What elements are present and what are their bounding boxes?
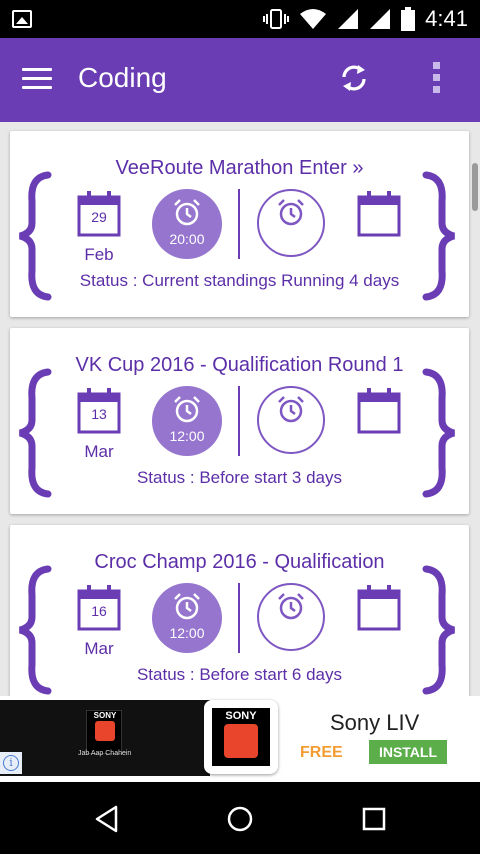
wifi-icon (300, 9, 327, 29)
back-icon[interactable] (92, 804, 122, 834)
alarm-clock-icon (174, 593, 200, 620)
end-time-badge (257, 189, 325, 257)
end-calendar-icon (357, 191, 401, 237)
recents-icon[interactable] (359, 804, 389, 834)
end-calendar-icon (357, 585, 401, 631)
contest-title[interactable]: VK Cup 2016 - Qualification Round 1 (10, 354, 469, 377)
ad-price: FREE (300, 744, 343, 761)
end-time-badge (257, 386, 325, 454)
signal-icon (338, 9, 359, 29)
start-time: 12:00 (169, 625, 205, 641)
divider (238, 386, 240, 456)
signal-icon (370, 9, 391, 29)
ad-info-icon[interactable]: i (0, 752, 22, 774)
alarm-clock-icon (278, 199, 304, 226)
contest-title[interactable]: VeeRoute Marathon Enter » (10, 157, 469, 180)
image-icon (12, 10, 32, 28)
status-bar: 4:41 (0, 0, 480, 38)
divider (238, 583, 240, 653)
status-icons: 4:41 (263, 6, 468, 32)
sony-liv-logo: SONY (86, 710, 122, 754)
start-time-badge: 20:00 (152, 189, 222, 259)
start-time: 12:00 (169, 428, 205, 444)
start-day: 29 (91, 209, 107, 225)
app-bar: Coding (0, 38, 480, 122)
app-logo[interactable]: SONY (204, 700, 278, 774)
start-month: Mar (84, 442, 114, 461)
start-day: 13 (91, 406, 107, 422)
contest-status: Status : Before start 6 days (136, 665, 343, 684)
contest-card[interactable]: VK Cup 2016 - Qualification Round 1 13 M… (10, 328, 469, 514)
menu-icon[interactable] (22, 68, 52, 90)
ad-image[interactable]: SONY Jab Aap Chahein (0, 700, 210, 776)
start-time-badge: 12:00 (152, 583, 222, 653)
start-time-badge: 12:00 (152, 386, 222, 456)
contest-card[interactable]: Croc Champ 2016 - Qualification 16 Mar 1… (10, 525, 469, 696)
divider (238, 189, 240, 259)
ad-tagline: Jab Aap Chahein (78, 750, 132, 757)
start-time: 20:00 (169, 231, 205, 247)
start-calendar-icon: 16 (77, 585, 121, 631)
overflow-icon[interactable] (426, 62, 446, 96)
contest-title[interactable]: Croc Champ 2016 - Qualification (10, 551, 469, 574)
scrollbar[interactable] (472, 163, 478, 211)
refresh-icon[interactable] (336, 60, 372, 96)
alarm-clock-icon (174, 396, 200, 423)
contest-status: Status : Current standings Running 4 day… (79, 271, 400, 290)
page-title: Coding (78, 62, 167, 93)
start-day: 16 (91, 603, 107, 619)
alarm-clock-icon (174, 199, 200, 226)
end-time-badge (257, 583, 325, 651)
ad-banner[interactable]: SONY Jab Aap Chahein i SONY Sony LIV FRE… (0, 696, 480, 782)
system-nav-bar (0, 782, 480, 854)
battery-icon (401, 7, 416, 31)
contest-list[interactable]: VeeRoute Marathon Enter » 29 Feb 20:00 S… (0, 122, 480, 696)
vibrate-icon (263, 9, 290, 29)
end-calendar-icon (357, 388, 401, 434)
start-month: Feb (84, 245, 114, 264)
install-button[interactable]: INSTALL (369, 740, 447, 764)
start-month: Mar (84, 639, 114, 658)
home-icon[interactable] (225, 804, 255, 834)
ad-app-name: Sony LIV (330, 710, 420, 735)
alarm-clock-icon (278, 396, 304, 423)
clock-time: 4:41 (425, 6, 468, 31)
contest-status: Status : Before start 3 days (136, 468, 343, 487)
contest-card[interactable]: VeeRoute Marathon Enter » 29 Feb 20:00 S… (10, 131, 469, 317)
alarm-clock-icon (278, 593, 304, 620)
start-calendar-icon: 13 (77, 388, 121, 434)
start-calendar-icon: 29 (77, 191, 121, 237)
